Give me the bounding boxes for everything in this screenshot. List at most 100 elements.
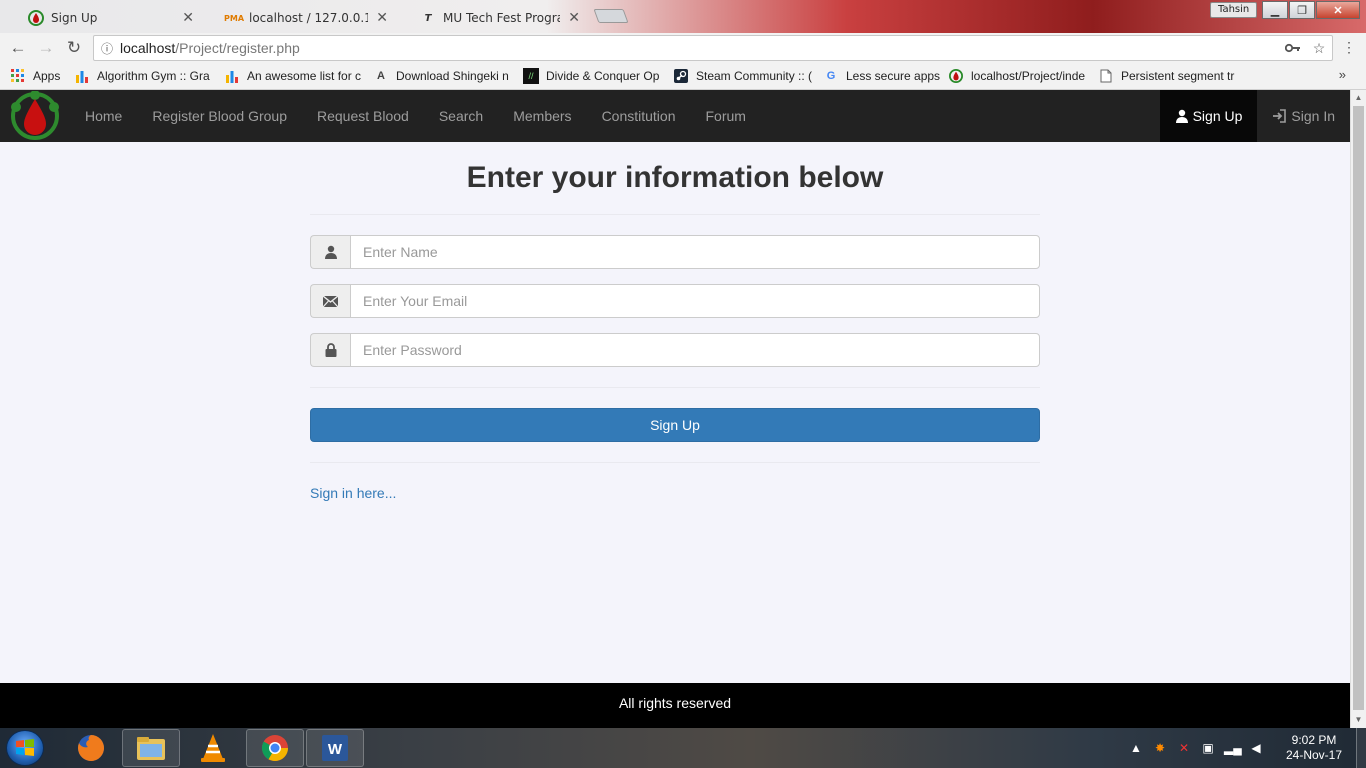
- svg-text:W: W: [328, 741, 343, 758]
- nav-sign-up-label: Sign Up: [1192, 108, 1243, 124]
- envelope-icon: [310, 284, 350, 318]
- close-window-button[interactable]: ✕: [1316, 1, 1360, 19]
- page-scrollbar[interactable]: ▲ ▼: [1350, 90, 1366, 728]
- file-explorer-icon: [137, 737, 165, 760]
- phpmyadmin-icon: PMA: [224, 13, 245, 23]
- show-hidden-icons-icon[interactable]: ▲: [1128, 741, 1144, 755]
- tab-sign-up[interactable]: Sign Up ✕: [8, 3, 206, 33]
- bookmark-label: Less secure apps: [846, 69, 941, 83]
- user-icon: [310, 235, 350, 269]
- tab-mu-tech-fest[interactable]: T MU Tech Fest Programm ✕: [400, 3, 592, 33]
- form-heading: Enter your information below: [466, 161, 884, 194]
- bookmark-persistent-segment[interactable]: Persistent segment tr: [1098, 68, 1243, 84]
- menu-icon[interactable]: ⋮: [1340, 39, 1358, 56]
- taskbar-firefox[interactable]: [62, 729, 120, 767]
- password-input[interactable]: [350, 333, 1040, 367]
- blood-drop-icon: [948, 68, 964, 84]
- bookmark-awesome-list[interactable]: An awesome list for c: [224, 68, 373, 84]
- system-tray: ▲ ✸ ✕ ▣ ▂▄ ◀: [1128, 728, 1264, 768]
- bookmark-apps[interactable]: Apps: [10, 68, 74, 84]
- sign-in-link[interactable]: Sign in here...: [310, 485, 396, 501]
- divider: [310, 462, 1040, 463]
- email-input-group: [310, 284, 1040, 318]
- nav-sign-in-label: Sign In: [1291, 108, 1335, 124]
- tab-close-icon[interactable]: ✕: [568, 10, 580, 26]
- usb-device-icon[interactable]: ▣: [1200, 741, 1216, 755]
- google-icon: G: [826, 70, 836, 82]
- bookmark-divide-conquer[interactable]: // Divide & Conquer Op: [523, 68, 673, 84]
- signal-icon[interactable]: ▂▄: [1224, 741, 1242, 755]
- nav-home[interactable]: Home: [70, 90, 137, 142]
- show-desktop-button[interactable]: [1356, 728, 1366, 768]
- nav-search[interactable]: Search: [424, 90, 498, 142]
- bookmark-label: Download Shingeki n: [396, 69, 509, 83]
- forward-icon[interactable]: →: [32, 38, 60, 58]
- url-text[interactable]: localhost/Project/register.php: [120, 40, 1280, 56]
- bookmark-label: An awesome list for c: [247, 69, 362, 83]
- tab-title: Sign Up: [51, 11, 98, 25]
- dc-logo-icon: //: [523, 68, 539, 84]
- more-bookmarks-icon[interactable]: »: [1339, 67, 1346, 82]
- tab-close-icon[interactable]: ✕: [182, 10, 194, 26]
- new-tab-button[interactable]: [593, 9, 629, 23]
- a-logo-icon: A: [377, 70, 385, 82]
- name-input[interactable]: [350, 235, 1040, 269]
- reload-icon[interactable]: ↻: [60, 38, 88, 58]
- steam-icon: [673, 68, 689, 84]
- firefox-icon: [78, 735, 104, 761]
- minimize-button[interactable]: ▁: [1262, 1, 1288, 19]
- taskbar-vlc[interactable]: [184, 729, 242, 767]
- bookmark-label: Divide & Conquer Op: [546, 69, 660, 83]
- restore-button[interactable]: ❐: [1289, 1, 1315, 19]
- nav-register-blood-group[interactable]: Register Blood Group: [137, 90, 302, 142]
- nav-members[interactable]: Members: [498, 90, 586, 142]
- scroll-up-icon[interactable]: ▲: [1351, 90, 1366, 106]
- info-icon[interactable]: ⓘ: [94, 40, 120, 57]
- apps-grid-icon: [10, 68, 26, 84]
- key-icon[interactable]: [1280, 40, 1306, 56]
- window-controls: ▁ ❐ ✕: [1262, 1, 1361, 19]
- nav-constitution[interactable]: Constitution: [587, 90, 691, 142]
- scrollbar-thumb[interactable]: [1353, 106, 1364, 710]
- sign-in-icon: [1273, 109, 1287, 123]
- start-button[interactable]: [6, 730, 44, 766]
- bookmark-less-secure-apps[interactable]: G Less secure apps: [823, 68, 948, 84]
- nav-sign-in[interactable]: Sign In: [1257, 90, 1350, 142]
- taskbar-chrome[interactable]: [246, 729, 304, 767]
- signup-form: Enter your information below Sign Up Sig…: [310, 142, 1040, 501]
- sign-up-button[interactable]: Sign Up: [310, 408, 1040, 442]
- back-icon[interactable]: ←: [4, 38, 32, 58]
- site-footer: All rights reserved: [0, 683, 1350, 728]
- site-logo[interactable]: [0, 90, 70, 142]
- bookmark-label: Algorithm Gym :: Gra: [97, 69, 210, 83]
- tab-title: MU Tech Fest Programm: [443, 11, 560, 25]
- bookmark-shingeki[interactable]: A Download Shingeki n: [373, 68, 523, 84]
- name-input-group: [310, 235, 1040, 269]
- address-bar[interactable]: ⓘ localhost/Project/register.php ☆: [93, 35, 1333, 61]
- tab-close-icon[interactable]: ✕: [376, 10, 388, 26]
- chrome-icon: [261, 735, 289, 762]
- taskbar-file-explorer[interactable]: [122, 729, 180, 767]
- user-icon: [1175, 109, 1188, 123]
- network-error-icon[interactable]: ✕: [1176, 741, 1192, 755]
- nav-forum[interactable]: Forum: [691, 90, 761, 142]
- taskbar-word[interactable]: W: [306, 729, 364, 767]
- bar-chart-icon: [224, 68, 240, 84]
- email-input[interactable]: [350, 284, 1040, 318]
- taskbar-clock[interactable]: 9:02 PM 24-Nov-17: [1276, 733, 1352, 763]
- windows-logo-icon: [16, 739, 34, 756]
- star-icon[interactable]: ☆: [1306, 40, 1332, 57]
- profile-button[interactable]: Tahsin: [1210, 2, 1258, 18]
- bookmark-algorithm-gym[interactable]: Algorithm Gym :: Gra: [74, 68, 224, 84]
- tab-phpmyadmin[interactable]: PMA localhost / 127.0.0.1 / nir ✕: [206, 3, 400, 33]
- password-input-group: [310, 333, 1040, 367]
- bookmark-localhost-project[interactable]: localhost/Project/inde: [948, 68, 1098, 84]
- bookmark-label: Persistent segment tr: [1121, 69, 1235, 83]
- avast-icon[interactable]: ✸: [1152, 741, 1168, 755]
- nav-sign-up[interactable]: Sign Up: [1159, 90, 1258, 142]
- volume-icon[interactable]: ◀: [1248, 741, 1264, 755]
- blood-drop-icon: [28, 10, 44, 26]
- nav-request-blood[interactable]: Request Blood: [302, 90, 424, 142]
- bookmark-steam[interactable]: Steam Community :: (: [673, 68, 823, 84]
- scroll-down-icon[interactable]: ▼: [1351, 712, 1366, 728]
